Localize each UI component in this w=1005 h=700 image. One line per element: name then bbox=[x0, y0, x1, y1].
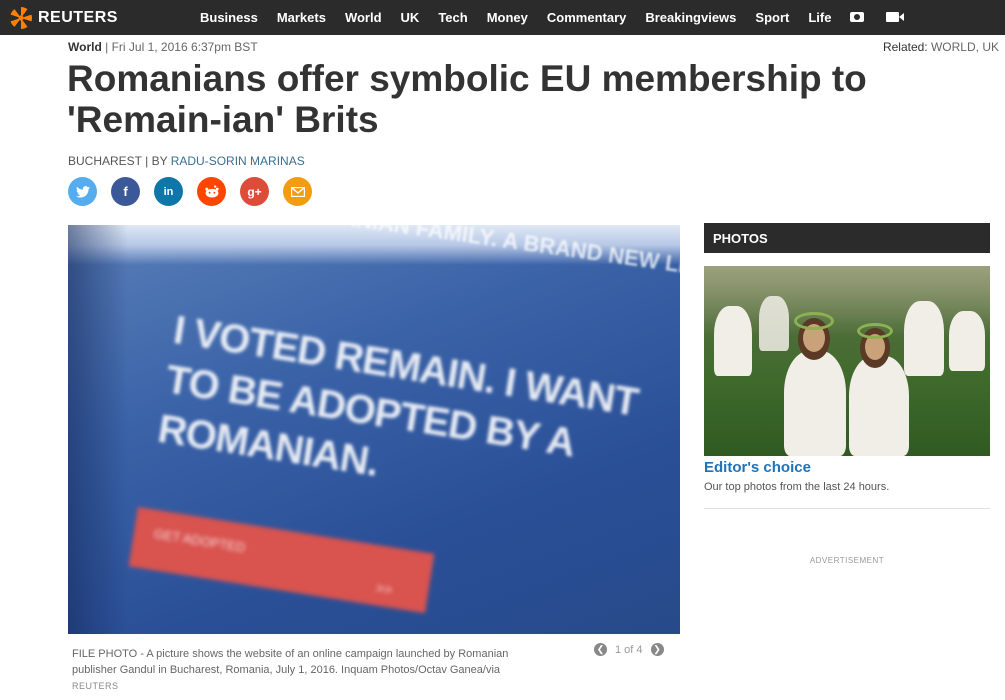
facebook-icon: f bbox=[123, 184, 128, 199]
reuters-logo[interactable]: REUTERS bbox=[10, 7, 118, 29]
related-links[interactable]: WORLD, UK bbox=[931, 40, 999, 54]
related-topics: Related: WORLD, UK bbox=[883, 40, 999, 54]
nav-item-markets[interactable]: Markets bbox=[277, 10, 326, 25]
nav-video-button[interactable] bbox=[886, 9, 905, 27]
video-icon bbox=[886, 11, 905, 22]
hero-photo-headline-text: I VOTED REMAIN. I WANT TO BE ADOPTED BY … bbox=[155, 307, 641, 485]
nav-item-business[interactable]: Business bbox=[200, 10, 258, 25]
photo-pager: ❮ 1 of 4 ❯ bbox=[594, 643, 664, 656]
share-buttons: f in g+ bbox=[68, 177, 326, 206]
reddit-icon bbox=[204, 185, 219, 198]
nav-pictures-button[interactable] bbox=[850, 9, 865, 27]
advertisement-label: ADVERTISEMENT bbox=[809, 556, 885, 565]
nav-item-tech[interactable]: Tech bbox=[438, 10, 467, 25]
photo-pager-count: 1 of 4 bbox=[615, 643, 643, 656]
logo-text: REUTERS bbox=[38, 9, 118, 26]
photo-credit: REUTERS bbox=[72, 681, 119, 691]
twitter-icon bbox=[75, 185, 90, 198]
linkedin-icon: in bbox=[163, 185, 174, 198]
photo-figure bbox=[759, 296, 789, 351]
related-label: Related: bbox=[882, 40, 928, 54]
top-nav-bar: REUTERS Business Markets World UK Tech M… bbox=[0, 0, 1005, 35]
photo-girl-right-dress bbox=[849, 356, 909, 456]
photo-girl-left-dress bbox=[784, 351, 846, 456]
byline: BUCHAREST | BY RADU-SORIN MARINAS bbox=[68, 154, 305, 168]
article-date: | Fri Jul 1, 2016 6:37pm BST bbox=[105, 40, 258, 54]
google-plus-icon: g+ bbox=[247, 184, 262, 199]
email-share-button[interactable] bbox=[283, 177, 312, 206]
photo-figure bbox=[714, 306, 752, 376]
hero-photo[interactable]: ROMANIAN FAMILY. A BRAND NEW LIFE I VOTE… bbox=[68, 225, 680, 634]
nav-item-life[interactable]: Life bbox=[808, 10, 831, 25]
article-headline: Romanians offer symbolic EU membership t… bbox=[67, 58, 867, 140]
photo-figure bbox=[949, 311, 985, 371]
linkedin-share-button[interactable]: in bbox=[154, 177, 183, 206]
rail-divider bbox=[704, 508, 990, 509]
article-meta: World | Fri Jul 1, 2016 6:37pm BST bbox=[68, 40, 258, 54]
photo-figure bbox=[904, 301, 944, 376]
nav-items: Business Markets World UK Tech Money Com… bbox=[200, 0, 921, 35]
hero-photo-cta-arrow: >> bbox=[374, 579, 394, 598]
editors-choice-photo[interactable] bbox=[704, 266, 990, 456]
hero-photo-shade bbox=[68, 225, 128, 634]
editors-choice-link[interactable]: Editor's choice bbox=[704, 459, 811, 476]
chevron-left-icon[interactable]: ❮ bbox=[594, 643, 607, 656]
reuters-logo-icon bbox=[10, 7, 32, 29]
camera-icon bbox=[850, 11, 865, 22]
nav-item-uk[interactable]: UK bbox=[401, 10, 420, 25]
reddit-share-button[interactable] bbox=[197, 177, 226, 206]
hero-photo-cta: GET ADOPTED >> bbox=[128, 507, 435, 614]
nav-item-commentary[interactable]: Commentary bbox=[547, 10, 626, 25]
nav-item-breakingviews[interactable]: Breakingviews bbox=[645, 10, 736, 25]
photos-heading[interactable]: PHOTOS bbox=[704, 223, 990, 253]
chevron-right-icon[interactable]: ❯ bbox=[650, 643, 664, 656]
byline-location: BUCHAREST | BY bbox=[68, 154, 168, 168]
email-icon bbox=[290, 186, 305, 197]
nav-item-sport[interactable]: Sport bbox=[755, 10, 789, 25]
nav-item-money[interactable]: Money bbox=[487, 10, 528, 25]
editors-choice-description: Our top photos from the last 24 hours. bbox=[704, 481, 890, 493]
facebook-share-button[interactable]: f bbox=[111, 177, 140, 206]
nav-item-world[interactable]: World bbox=[345, 10, 382, 25]
hero-photo-cta-label: GET ADOPTED bbox=[152, 525, 247, 556]
google-plus-share-button[interactable]: g+ bbox=[240, 177, 269, 206]
photo-wreath bbox=[857, 323, 893, 339]
byline-author[interactable]: RADU-SORIN MARINAS bbox=[171, 154, 305, 168]
photo-wreath bbox=[794, 312, 834, 330]
section-link[interactable]: World bbox=[68, 40, 102, 54]
twitter-share-button[interactable] bbox=[68, 177, 97, 206]
photo-caption: FILE PHOTO - A picture shows the website… bbox=[72, 648, 509, 676]
